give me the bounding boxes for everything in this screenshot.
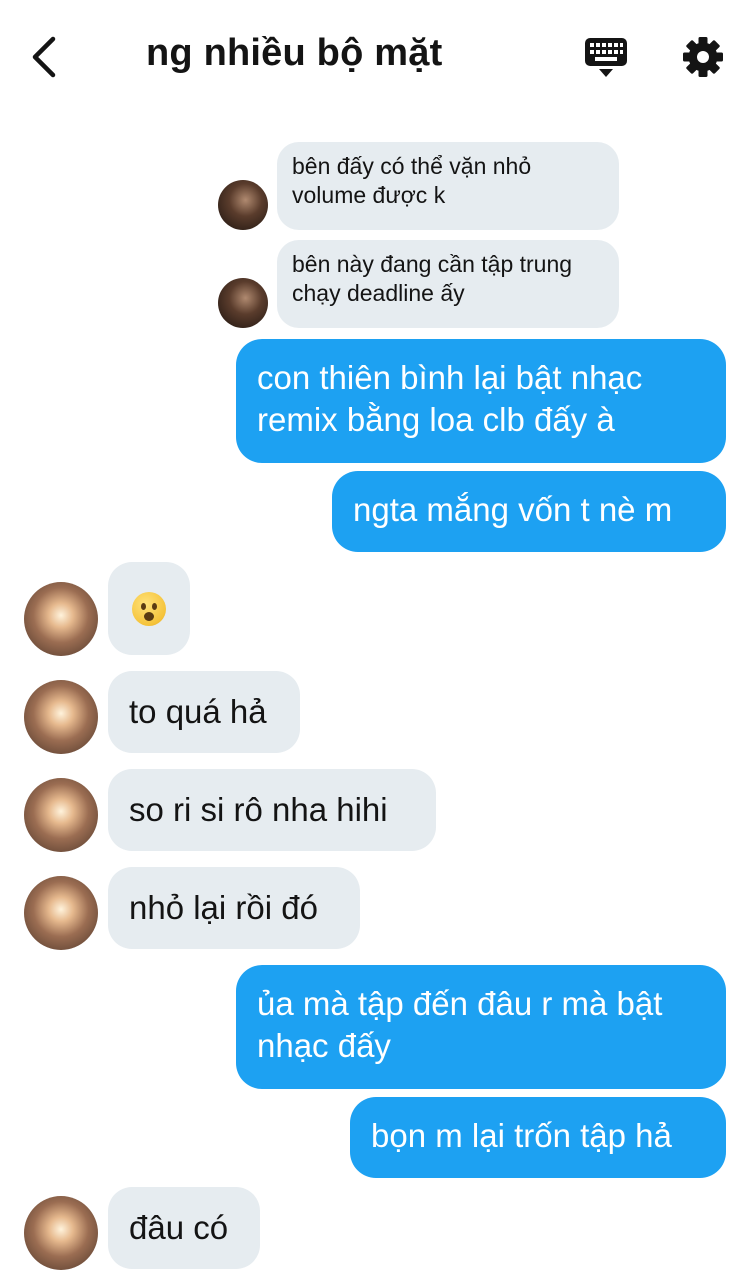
message-text: bên đấy có thể vặn nhỏ volume được k [292, 153, 532, 208]
message-text: so ri si rô nha hihi [129, 791, 388, 828]
avatar[interactable] [218, 180, 268, 230]
keyboard-button[interactable] [584, 36, 628, 80]
message-row: bên này đang cần tập trung chạy deadline… [0, 238, 750, 330]
message-text: đâu có [129, 1209, 229, 1246]
message-text: ngta mắng vốn t nè m [353, 491, 673, 528]
avatar[interactable] [24, 778, 98, 852]
avatar[interactable] [24, 876, 98, 950]
message-row: bên đấy có thể vặn nhỏ volume được k [0, 140, 750, 232]
keyboard-icon [585, 38, 627, 77]
message-bubble[interactable]: to quá hả [108, 671, 300, 753]
message-bubble[interactable]: con thiên bình lại bật nhạc remix bằng l… [236, 339, 726, 463]
message-bubble[interactable]: bọn m lại trốn tập hả [350, 1097, 726, 1178]
back-button[interactable] [26, 34, 66, 80]
settings-button[interactable] [682, 36, 724, 78]
conversation-header: ng nhiều bộ mặt [0, 0, 750, 112]
message-bubble[interactable]: bên này đang cần tập trung chạy deadline… [277, 240, 619, 328]
frowning-face-emoji-icon [132, 591, 166, 626]
avatar[interactable] [24, 582, 98, 656]
message-bubble[interactable] [108, 562, 190, 655]
message-text: to quá hả [129, 693, 267, 730]
message-text: nhỏ lại rồi đó [129, 889, 318, 926]
chevron-left-icon [32, 36, 56, 78]
message-bubble[interactable]: đâu có [108, 1187, 260, 1269]
message-text: ủa mà tập đến đâu r mà bật nhạc đấy [257, 985, 663, 1064]
message-text: con thiên bình lại bật nhạc remix bằng l… [257, 359, 643, 438]
message-text: bọn m lại trốn tập hả [371, 1117, 672, 1154]
gear-icon [683, 37, 723, 77]
message-bubble[interactable]: ngta mắng vốn t nè m [332, 471, 726, 552]
avatar[interactable] [218, 278, 268, 328]
avatar[interactable] [24, 1196, 98, 1270]
message-bubble[interactable]: bên đấy có thể vặn nhỏ volume được k [277, 142, 619, 230]
message-text: bên này đang cần tập trung chạy deadline… [292, 251, 573, 306]
message-bubble[interactable]: nhỏ lại rồi đó [108, 867, 360, 949]
conversation-title: ng nhiều bộ mặt [146, 32, 443, 74]
message-bubble[interactable]: ủa mà tập đến đâu r mà bật nhạc đấy [236, 965, 726, 1089]
message-bubble[interactable]: so ri si rô nha hihi [108, 769, 436, 851]
avatar[interactable] [24, 680, 98, 754]
